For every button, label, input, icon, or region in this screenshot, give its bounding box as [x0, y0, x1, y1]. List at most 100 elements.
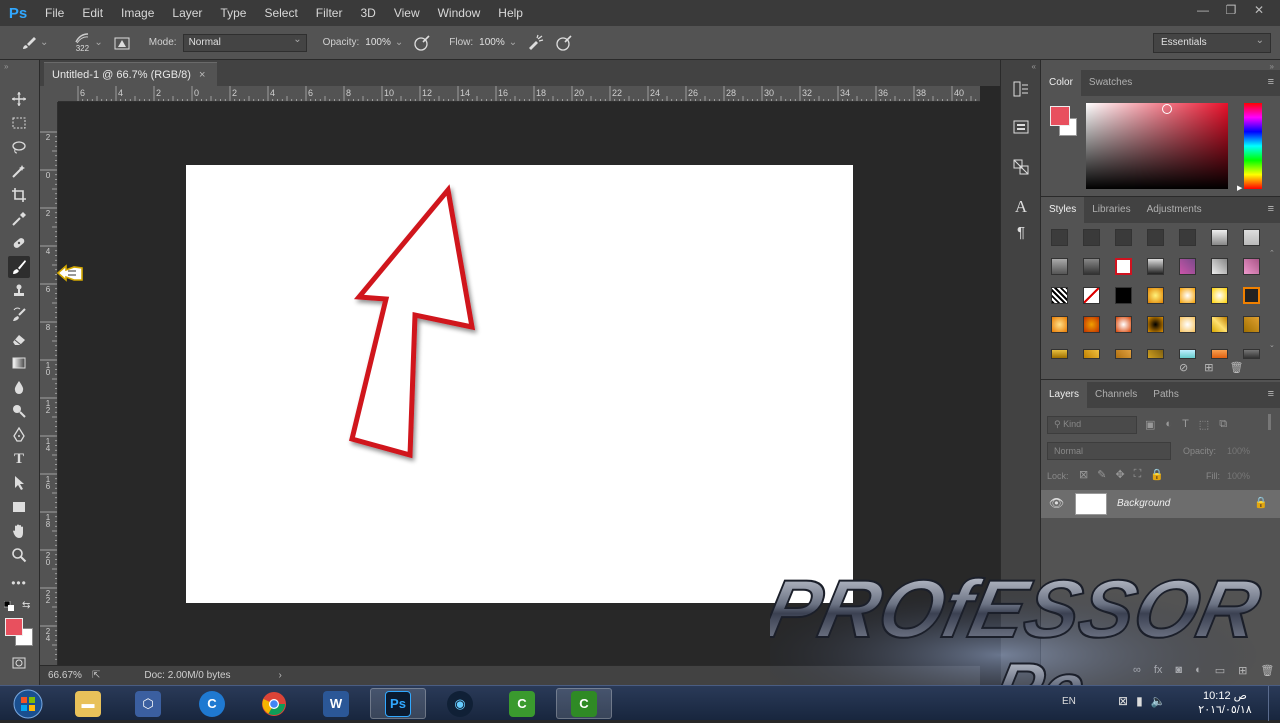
color-panel-foreground-swatch[interactable]	[1050, 106, 1070, 126]
style-preset-swatch[interactable]	[1147, 287, 1164, 304]
flow-caret[interactable]: ⌄	[509, 37, 517, 48]
style-preset-swatch[interactable]	[1051, 316, 1068, 333]
pressure-opacity-icon[interactable]	[411, 32, 433, 54]
style-preset-swatch[interactable]	[1179, 258, 1196, 275]
style-preset-swatch[interactable]	[1211, 316, 1228, 333]
style-preset-swatch[interactable]	[1211, 258, 1228, 275]
fill-value[interactable]: 100%	[1227, 471, 1250, 481]
ruler-origin[interactable]	[40, 86, 58, 102]
history-brush-tool-icon[interactable]	[8, 304, 30, 326]
layer-row[interactable]: 👁 Background 🔒	[1041, 490, 1280, 518]
clone-source-panel-icon[interactable]	[1010, 158, 1032, 180]
filter-shape-icon[interactable]: ⬚	[1199, 418, 1209, 431]
new-layer-icon[interactable]: ⊞	[1238, 664, 1247, 677]
rectangle-tool-icon[interactable]	[8, 496, 30, 518]
tab-layers[interactable]: Layers	[1041, 382, 1088, 408]
pen-tool-icon[interactable]	[8, 424, 30, 446]
lock-all-icon[interactable]: 🔒	[1150, 468, 1164, 481]
link-layers-icon[interactable]: ∞	[1133, 664, 1141, 677]
style-preset-swatch[interactable]	[1083, 287, 1100, 304]
opacity-value[interactable]: 100%	[365, 37, 391, 48]
healing-brush-tool-icon[interactable]	[8, 232, 30, 254]
language-indicator[interactable]: EN	[1062, 696, 1076, 707]
style-preset-swatch[interactable]	[1115, 258, 1132, 275]
document-info[interactable]: Doc: 2.00M/0 bytes	[144, 670, 230, 681]
style-preset-swatch[interactable]	[1179, 229, 1196, 246]
menu-view[interactable]: View	[385, 0, 429, 26]
tab-color[interactable]: Color	[1041, 70, 1081, 96]
taskbar-media[interactable]: ◉	[432, 688, 488, 719]
hand-tool-icon[interactable]	[8, 520, 30, 542]
lock-paint-icon[interactable]: ✎	[1097, 468, 1106, 481]
filter-pixel-icon[interactable]: ▣	[1145, 418, 1155, 431]
vertical-ruler[interactable]: 2024681012141618202224	[40, 102, 58, 665]
menu-file[interactable]: File	[36, 0, 73, 26]
tab-paths[interactable]: Paths	[1145, 382, 1187, 408]
menu-edit[interactable]: Edit	[73, 0, 112, 26]
network-icon[interactable]: ⊠	[1118, 694, 1128, 708]
quick-mask-icon[interactable]	[8, 652, 30, 674]
history-panel-icon[interactable]	[1010, 80, 1032, 102]
taskbar-explorer[interactable]: ▬	[60, 688, 116, 719]
taskbar-ccleaner[interactable]: C	[184, 688, 240, 719]
eyedropper-tool-icon[interactable]	[8, 208, 30, 230]
menu-layer[interactable]: Layer	[163, 0, 211, 26]
adjustment-layer-icon[interactable]: ◐	[1195, 664, 1202, 677]
foreground-color-swatch[interactable]	[5, 618, 23, 636]
style-preset-swatch[interactable]	[1083, 258, 1100, 275]
tab-libraries[interactable]: Libraries	[1084, 197, 1138, 223]
taskbar-virtualbox[interactable]: ⬡	[120, 688, 176, 719]
taskbar-photoshop[interactable]: Ps	[370, 688, 426, 719]
lock-position-icon[interactable]: ✥	[1115, 468, 1124, 481]
lock-transparency-icon[interactable]: ⊠	[1079, 468, 1088, 481]
new-style-icon[interactable]: ⊞	[1204, 361, 1213, 374]
tab-channels[interactable]: Channels	[1087, 382, 1145, 408]
paragraph-panel-icon[interactable]: ¶	[1010, 222, 1032, 244]
style-preset-swatch[interactable]	[1051, 287, 1068, 304]
start-button[interactable]	[6, 687, 50, 720]
restore-button[interactable]: ❐	[1218, 0, 1244, 20]
clear-style-icon[interactable]: ⊘	[1179, 361, 1188, 374]
menu-filter[interactable]: Filter	[307, 0, 352, 26]
style-preset-swatch[interactable]	[1243, 349, 1260, 359]
styles-scrollbar[interactable]: ⌃ ⌄	[1269, 249, 1277, 349]
brush-preset-icon[interactable]	[18, 32, 40, 54]
menu-image[interactable]: Image	[112, 0, 163, 26]
filter-adjustment-icon[interactable]: ◐	[1165, 418, 1172, 431]
style-preset-swatch[interactable]	[1243, 287, 1260, 304]
style-preset-swatch[interactable]	[1179, 349, 1196, 359]
horizontal-ruler[interactable]: 6 4 2 0 2 4 6 8 10 12 14 16 18 20 22 24 26 28 30 32 34 36 38 40	[58, 86, 980, 102]
style-preset-swatch[interactable]	[1243, 316, 1260, 333]
signal-icon[interactable]: ▮	[1136, 694, 1143, 708]
brush-size-picker[interactable]: 322	[70, 32, 94, 53]
mode-select[interactable]: Normal	[182, 33, 307, 52]
delete-style-icon[interactable]: 🗑	[1229, 361, 1243, 374]
document-canvas[interactable]	[186, 165, 853, 603]
brush-size-caret[interactable]: ⌄	[94, 37, 102, 48]
style-preset-swatch[interactable]	[1115, 229, 1132, 246]
show-desktop-button[interactable]	[1268, 686, 1280, 721]
menu-3d[interactable]: 3D	[351, 0, 384, 26]
brush-panel-toggle-icon[interactable]	[111, 32, 133, 54]
dodge-tool-icon[interactable]	[8, 400, 30, 422]
style-preset-swatch[interactable]	[1115, 316, 1132, 333]
layer-filter-select[interactable]: ⚲ Kind	[1047, 416, 1137, 434]
toolbar-collapse-icon[interactable]: »	[4, 62, 8, 71]
style-preset-swatch[interactable]	[1243, 258, 1260, 275]
marquee-tool-icon[interactable]	[8, 112, 30, 134]
quick-selection-tool-icon[interactable]	[8, 160, 30, 182]
layers-panel-menu-icon[interactable]: ≡	[1268, 388, 1274, 400]
style-preset-swatch[interactable]	[1211, 229, 1228, 246]
close-button[interactable]: ✕	[1246, 0, 1272, 20]
style-preset-swatch[interactable]	[1243, 229, 1260, 246]
taskbar-word[interactable]: W	[308, 688, 364, 719]
tab-styles[interactable]: Styles	[1041, 197, 1085, 223]
color-spectrum-field[interactable]	[1086, 103, 1228, 189]
taskbar-chrome[interactable]	[246, 688, 302, 719]
layer-style-icon[interactable]: fx	[1154, 664, 1163, 677]
style-preset-swatch[interactable]	[1115, 287, 1132, 304]
lasso-tool-icon[interactable]	[8, 136, 30, 158]
styles-scroll-up-icon[interactable]: ⌃	[1269, 249, 1277, 257]
color-panel-menu-icon[interactable]: ≡	[1268, 76, 1274, 88]
pressure-size-icon[interactable]	[553, 32, 575, 54]
